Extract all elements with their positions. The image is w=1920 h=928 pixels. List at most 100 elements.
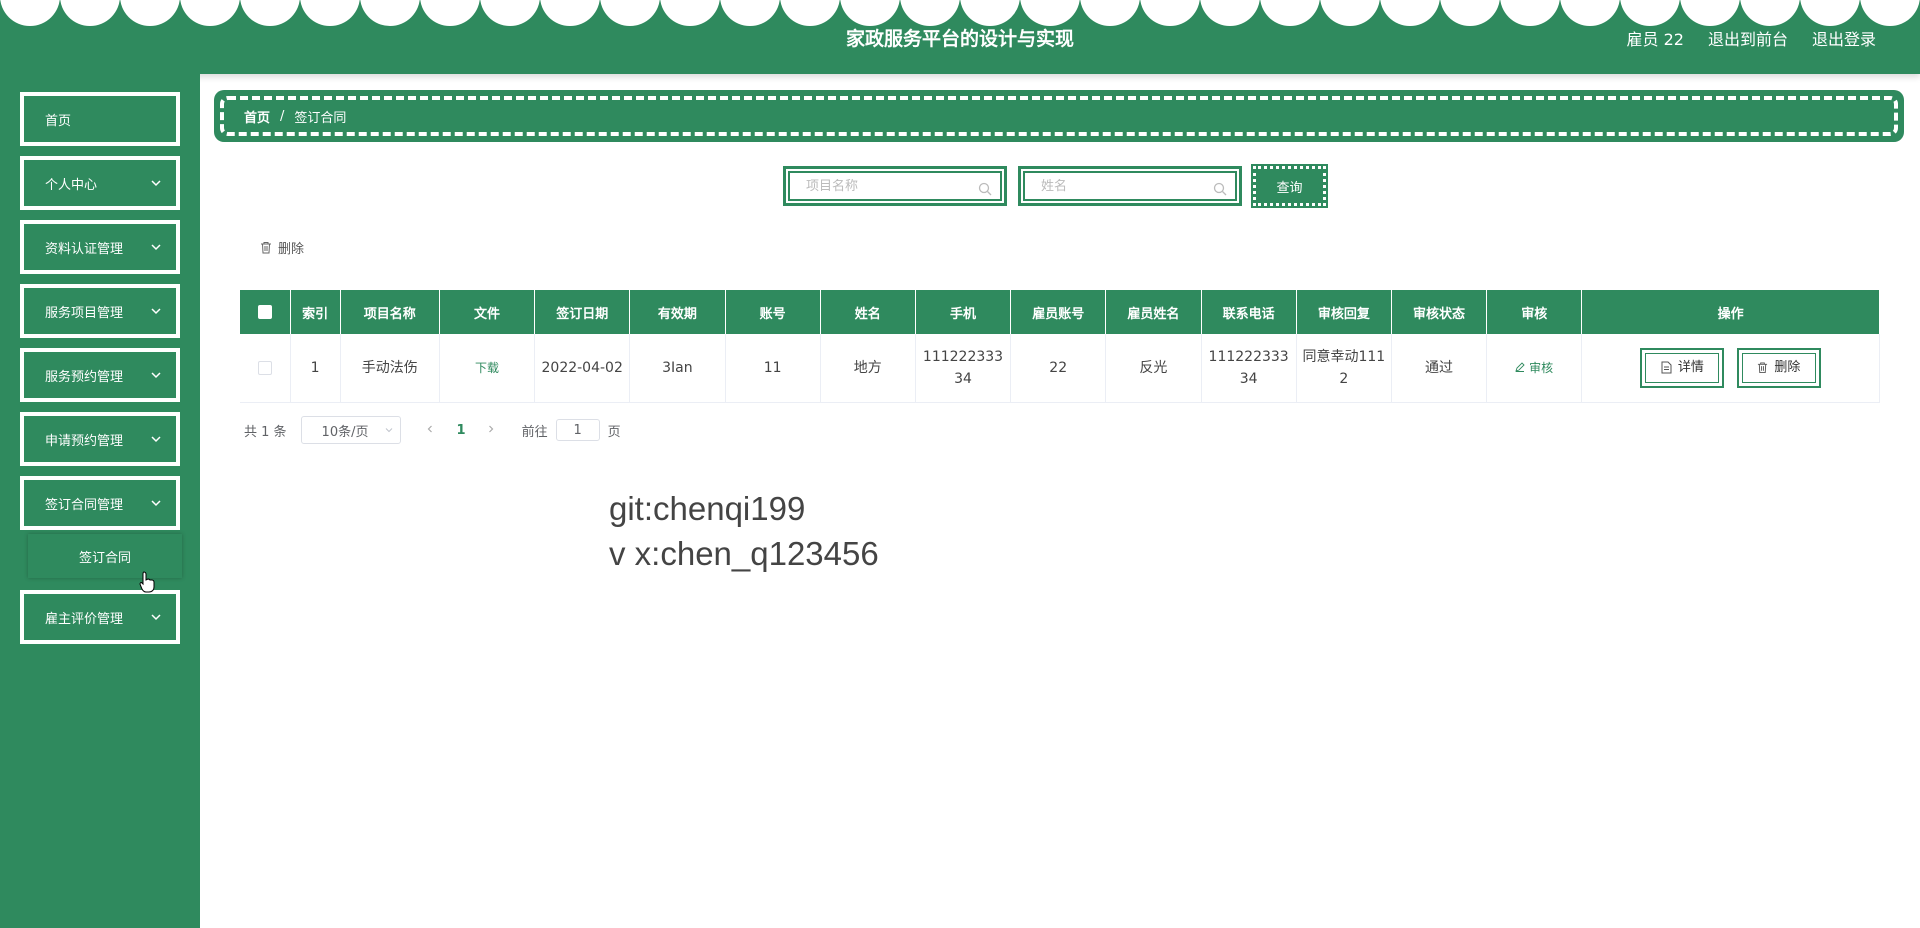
select-all-cell bbox=[240, 290, 291, 334]
cell-review-action: 审核 bbox=[1486, 334, 1583, 403]
bulk-delete-label: 删除 bbox=[278, 242, 305, 257]
scallop-shape bbox=[240, 0, 300, 26]
cell-date: 2022-04-02 bbox=[534, 334, 631, 403]
sidebar-item-service-project-management[interactable]: 服务项目管理 bbox=[20, 284, 180, 338]
scallop-shape bbox=[60, 0, 120, 26]
sidebar-item-label: 资料认证管理 bbox=[45, 241, 124, 257]
sidebar-item-label: 签订合同管理 bbox=[45, 497, 124, 513]
header-actions: 雇员 22 退出到前台 退出登录 bbox=[1627, 26, 1876, 50]
scallop-shape bbox=[720, 0, 780, 26]
page-size-value: 10条/页 bbox=[321, 424, 369, 440]
sidebar-item-label: 服务预约管理 bbox=[45, 369, 124, 385]
row-select-cell bbox=[240, 334, 291, 403]
detail-button-label: 详情 bbox=[1677, 359, 1704, 375]
sidebar-item-employer-review-management[interactable]: 雇主评价管理 bbox=[20, 590, 180, 644]
cell-review-reply: 同意幸动1112 bbox=[1296, 334, 1392, 403]
name-input[interactable] bbox=[1041, 178, 1211, 194]
scallop-shape bbox=[1500, 0, 1560, 26]
prev-page-button[interactable] bbox=[425, 423, 437, 438]
project-name-search-inner bbox=[788, 171, 1002, 201]
chevron-down-icon bbox=[151, 372, 161, 379]
sidebar-subitem-label: 签订合同 bbox=[78, 550, 131, 566]
review-link[interactable]: 审核 bbox=[1515, 361, 1553, 375]
breadcrumb-home[interactable]: 首页 bbox=[244, 107, 270, 126]
query-button[interactable]: 查询 bbox=[1251, 164, 1328, 208]
watermark-line: git:chenqi199 bbox=[609, 490, 806, 527]
row-checkbox[interactable] bbox=[257, 360, 272, 375]
name-search-inner bbox=[1023, 171, 1237, 201]
scallop-shape bbox=[1800, 0, 1860, 26]
select-all-checkbox[interactable] bbox=[257, 305, 272, 319]
trash-icon bbox=[1758, 362, 1768, 374]
logout-link[interactable]: 退出登录 bbox=[1812, 26, 1876, 50]
scallop-shape bbox=[1740, 0, 1800, 26]
scallop-shape bbox=[1380, 0, 1440, 26]
sidebar-item-label: 个人中心 bbox=[45, 177, 98, 193]
column-header: 签订日期 bbox=[534, 290, 631, 334]
exit-to-front-link[interactable]: 退出到前台 bbox=[1708, 26, 1788, 50]
file-download-link[interactable]: 下载 bbox=[475, 361, 499, 375]
page-size-select[interactable]: 10条/页 bbox=[300, 416, 401, 444]
goto-prefix: 前往 bbox=[521, 424, 548, 440]
column-header: 审核回复 bbox=[1296, 290, 1392, 334]
project-name-input[interactable] bbox=[806, 178, 976, 194]
sidebar-item-label: 首页 bbox=[45, 113, 72, 129]
delete-row-button[interactable]: 删除 bbox=[1736, 347, 1821, 388]
breadcrumb: 首页 / 签订合同 bbox=[214, 90, 1904, 142]
cell-employee-account: 22 bbox=[1010, 334, 1107, 403]
cell-phone: 11122233334 bbox=[915, 334, 1012, 403]
cell-operations: 详情 删除 bbox=[1581, 334, 1880, 403]
sidebar-item-personal-center[interactable]: 个人中心 bbox=[20, 156, 180, 210]
sidebar-item-label: 申请预约管理 bbox=[45, 433, 124, 449]
column-header: 审核状态 bbox=[1391, 290, 1488, 334]
table-header-row: 索引 项目名称 文件 签订日期 有效期 账号 姓名 手机 雇员账号 雇员姓名 联… bbox=[240, 290, 1880, 334]
chevron-down-icon bbox=[151, 308, 161, 315]
scallop-shape bbox=[360, 0, 420, 26]
column-header: 手机 bbox=[915, 290, 1012, 334]
chevron-down-icon bbox=[151, 436, 161, 443]
name-search-box bbox=[1018, 166, 1242, 206]
scallop-shape bbox=[1860, 0, 1920, 26]
column-header: 文件 bbox=[439, 290, 536, 334]
scallop-shape bbox=[660, 0, 720, 26]
scallop-shape bbox=[1260, 0, 1320, 26]
cell-validity: 3Ian bbox=[629, 334, 726, 403]
scallop-shape bbox=[900, 0, 960, 26]
column-header: 操作 bbox=[1581, 290, 1880, 334]
chevron-down-icon bbox=[151, 500, 161, 507]
breadcrumb-current: 签订合同 bbox=[294, 110, 347, 126]
cell-employee-name: 反光 bbox=[1105, 334, 1202, 403]
sidebar-item-contract-management[interactable]: 签订合同管理 bbox=[20, 476, 180, 530]
column-header: 有效期 bbox=[629, 290, 726, 334]
bulk-delete-button[interactable]: 删除 bbox=[260, 238, 304, 257]
sidebar-item-booking-application-management[interactable]: 申请预约管理 bbox=[20, 412, 180, 466]
scallop-shape bbox=[960, 0, 1020, 26]
detail-button[interactable]: 详情 bbox=[1640, 347, 1725, 388]
sidebar-subitem-sign-contract[interactable]: 签订合同 bbox=[28, 534, 182, 578]
scallop-shape bbox=[1020, 0, 1080, 26]
column-header: 审核 bbox=[1486, 290, 1583, 334]
sidebar-item-credential-management[interactable]: 资料认证管理 bbox=[20, 220, 180, 274]
sidebar-item-service-booking-management[interactable]: 服务预约管理 bbox=[20, 348, 180, 402]
scallop-shape bbox=[840, 0, 900, 26]
scallop-shape bbox=[1680, 0, 1740, 26]
chevron-left-icon bbox=[427, 425, 432, 432]
chevron-down-icon bbox=[151, 614, 161, 621]
cell-contact-phone: 11122233334 bbox=[1201, 334, 1297, 403]
contract-table: 索引 项目名称 文件 签订日期 有效期 账号 姓名 手机 雇员账号 雇员姓名 联… bbox=[240, 290, 1880, 403]
delete-row-button-label: 删除 bbox=[1774, 359, 1801, 375]
goto-page-input[interactable] bbox=[555, 419, 600, 441]
sidebar-item-home[interactable]: 首页 bbox=[20, 92, 180, 146]
cell-review-status: 通过 bbox=[1391, 334, 1488, 403]
project-name-search-box bbox=[783, 166, 1007, 206]
search-icon bbox=[978, 182, 992, 196]
goto-suffix: 页 bbox=[607, 424, 621, 440]
hand-cursor-icon bbox=[139, 571, 155, 593]
next-page-button[interactable] bbox=[486, 423, 498, 438]
review-link-label: 审核 bbox=[1529, 360, 1554, 375]
column-header: 账号 bbox=[725, 290, 821, 334]
page-number[interactable]: 1 bbox=[457, 423, 466, 438]
watermark-text: git:chenqi199 v x:chen_q123456 bbox=[609, 486, 879, 576]
column-header: 雇员账号 bbox=[1010, 290, 1107, 334]
scallop-shape bbox=[780, 0, 840, 26]
